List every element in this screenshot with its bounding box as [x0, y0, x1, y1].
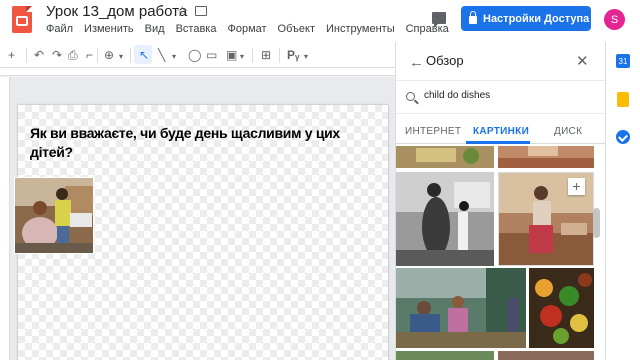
- calendar-icon[interactable]: 31: [616, 54, 630, 68]
- line-tool-icon[interactable]: ╲: [158, 49, 165, 61]
- share-button[interactable]: Настройки Доступа: [461, 6, 591, 31]
- undo-icon[interactable]: ↶: [34, 49, 44, 61]
- new-slide-icon[interactable]: +: [8, 49, 15, 61]
- toolbar-divider: [279, 48, 280, 63]
- image-icon[interactable]: ▣: [226, 49, 237, 61]
- keep-icon[interactable]: [617, 92, 629, 107]
- slides-logo-icon[interactable]: [12, 6, 32, 33]
- menu-tools[interactable]: Инструменты: [326, 23, 395, 35]
- image-result[interactable]: [396, 350, 494, 360]
- image-result[interactable]: [529, 268, 594, 348]
- menu-view[interactable]: Вид: [145, 23, 165, 35]
- vertical-ruler: [0, 77, 10, 360]
- image-result[interactable]: [498, 146, 594, 168]
- comment-add-icon[interactable]: ⊞: [261, 49, 271, 61]
- image-result[interactable]: [498, 350, 594, 360]
- menu-object[interactable]: Объект: [278, 23, 315, 35]
- explore-search-row: [396, 80, 606, 114]
- avatar[interactable]: S: [604, 9, 625, 30]
- image-result[interactable]: [396, 268, 526, 348]
- comments-icon[interactable]: [432, 12, 446, 28]
- document-title[interactable]: Урок 13_дом работа: [46, 3, 187, 20]
- image-result[interactable]: [396, 172, 494, 266]
- explore-title: Обзор: [426, 53, 464, 68]
- tab-drive[interactable]: ДИСК: [554, 126, 582, 137]
- menu-insert[interactable]: Вставка: [176, 23, 217, 35]
- add-image-icon[interactable]: +: [568, 178, 585, 195]
- zoom-icon[interactable]: ⊕: [104, 49, 114, 61]
- back-arrow-icon[interactable]: ←: [409, 54, 424, 71]
- toolbar-divider: [26, 48, 27, 63]
- tab-images[interactable]: КАРТИНКИ: [473, 126, 529, 137]
- results-scrollbar[interactable]: [593, 208, 600, 238]
- menu-format[interactable]: Формат: [227, 23, 266, 35]
- toolbar: + ↶ ↷ ⎙ ⌐ ⊕ ▾ ↖ ╲ ▾ ◯ ▭ ▣ ▾ ⊞ Pᵧ ▾: [0, 42, 395, 68]
- toolbar-divider: [130, 48, 131, 63]
- chevron-down-icon[interactable]: ▾: [304, 51, 308, 63]
- slide-question-text[interactable]: Як ви вважаєте, чи буде день щасливим у …: [30, 124, 370, 162]
- text-style-icon[interactable]: Pᵧ: [287, 49, 299, 61]
- close-icon[interactable]: ✕: [576, 52, 589, 70]
- slide-page[interactable]: Як ви вважаєте, чи буде день щасливим у …: [14, 105, 388, 360]
- chevron-down-icon[interactable]: ▾: [119, 51, 123, 63]
- toolbar-divider: [252, 48, 253, 63]
- menu-bar: Файл Изменить Вид Вставка Формат Объект …: [46, 23, 460, 35]
- search-input[interactable]: [424, 90, 594, 101]
- search-icon: [406, 92, 415, 101]
- slide-canvas[interactable]: Як ви вважаєте, чи буде день щасливим у …: [0, 77, 395, 360]
- explore-panel: ← Обзор ✕ ИНТЕРНЕТ КАРТИНКИ ДИСК +: [395, 42, 606, 360]
- image-result[interactable]: [396, 146, 494, 168]
- menu-edit[interactable]: Изменить: [84, 23, 134, 35]
- cursor-icon: ↖: [139, 48, 150, 62]
- image-results: +: [396, 146, 596, 360]
- active-tab-indicator: [466, 141, 530, 144]
- toolbar-divider: [97, 48, 98, 63]
- tasks-icon[interactable]: [616, 130, 630, 144]
- redo-icon[interactable]: ↷: [52, 49, 62, 61]
- app-header: Урок 13_дом работа ☆ Файл Изменить Вид В…: [0, 0, 640, 42]
- horizontal-ruler: [0, 68, 395, 76]
- share-button-label: Настройки Доступа: [483, 12, 590, 25]
- move-folder-icon[interactable]: [195, 6, 207, 16]
- menu-file[interactable]: Файл: [46, 23, 73, 35]
- chevron-down-icon[interactable]: ▾: [172, 51, 176, 63]
- side-panel-rail: 31: [605, 42, 640, 360]
- tab-web[interactable]: ИНТЕРНЕТ: [405, 126, 461, 137]
- slide-photo[interactable]: [14, 177, 94, 254]
- paint-format-icon[interactable]: ⌐: [86, 49, 93, 61]
- menu-help[interactable]: Справка: [406, 23, 449, 35]
- chevron-down-icon[interactable]: ▾: [240, 51, 244, 63]
- star-icon[interactable]: ☆: [176, 3, 189, 20]
- print-icon[interactable]: ⎙: [68, 49, 78, 61]
- textbox-icon[interactable]: ▭: [206, 49, 217, 61]
- shape-tool-icon[interactable]: ◯: [188, 49, 201, 61]
- lock-icon: [469, 10, 477, 24]
- explore-tabs: ИНТЕРНЕТ КАРТИНКИ ДИСК: [396, 120, 606, 144]
